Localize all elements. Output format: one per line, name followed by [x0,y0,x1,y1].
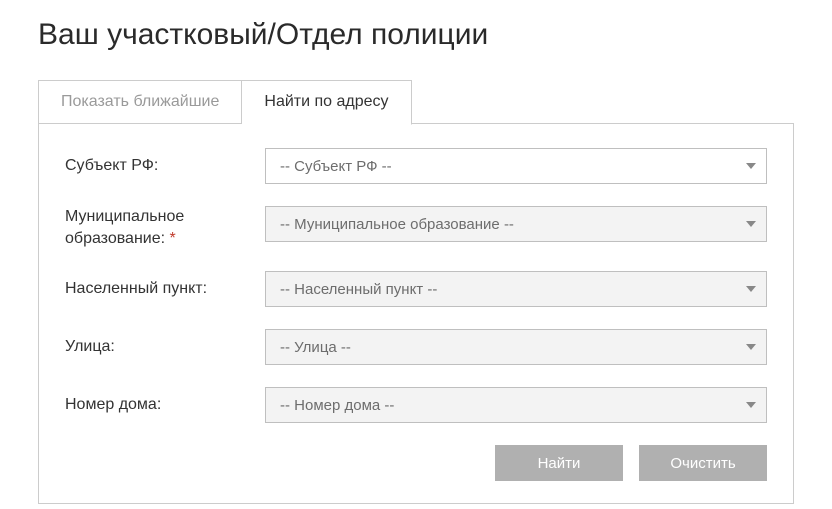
select-house[interactable]: -- Номер дома -- [265,387,767,423]
chevron-down-icon [746,286,756,292]
label-municipality-text: Муниципальное образование: [65,208,184,247]
select-subject-value: -- Субъект РФ -- [280,158,392,175]
chevron-down-icon [746,221,756,227]
select-locality-value: -- Населенный пункт -- [280,281,437,298]
select-municipality-value: -- Муниципальное образование -- [280,216,514,233]
select-street-value: -- Улица -- [280,339,351,356]
row-street: Улица: -- Улица -- [65,329,767,365]
chevron-down-icon [746,344,756,350]
submit-button[interactable]: Найти [495,445,623,481]
chevron-down-icon [746,163,756,169]
tab-by-address[interactable]: Найти по адресу [242,80,411,125]
label-locality: Населенный пункт: [65,278,265,300]
select-street[interactable]: -- Улица -- [265,329,767,365]
row-house: Номер дома: -- Номер дома -- [65,387,767,423]
tabs: Показать ближайшие Найти по адресу [38,80,794,124]
label-subject: Субъект РФ: [65,155,265,177]
label-municipality: Муниципальное образование: * [65,206,265,249]
chevron-down-icon [746,402,756,408]
row-municipality: Муниципальное образование: * -- Муниципа… [65,206,767,249]
tab-nearest[interactable]: Показать ближайшие [38,80,242,124]
row-subject: Субъект РФ: -- Субъект РФ -- [65,148,767,184]
label-street: Улица: [65,336,265,358]
select-house-value: -- Номер дома -- [280,397,394,414]
select-municipality[interactable]: -- Муниципальное образование -- [265,206,767,242]
page-title: Ваш участковый/Отдел полиции [38,18,794,52]
actions: Найти Очистить [65,445,767,481]
select-locality[interactable]: -- Населенный пункт -- [265,271,767,307]
label-house: Номер дома: [65,394,265,416]
reset-button[interactable]: Очистить [639,445,767,481]
search-panel: Субъект РФ: -- Субъект РФ -- Муниципальн… [38,123,794,504]
select-subject[interactable]: -- Субъект РФ -- [265,148,767,184]
row-locality: Населенный пункт: -- Населенный пункт -- [65,271,767,307]
required-mark: * [170,230,176,247]
